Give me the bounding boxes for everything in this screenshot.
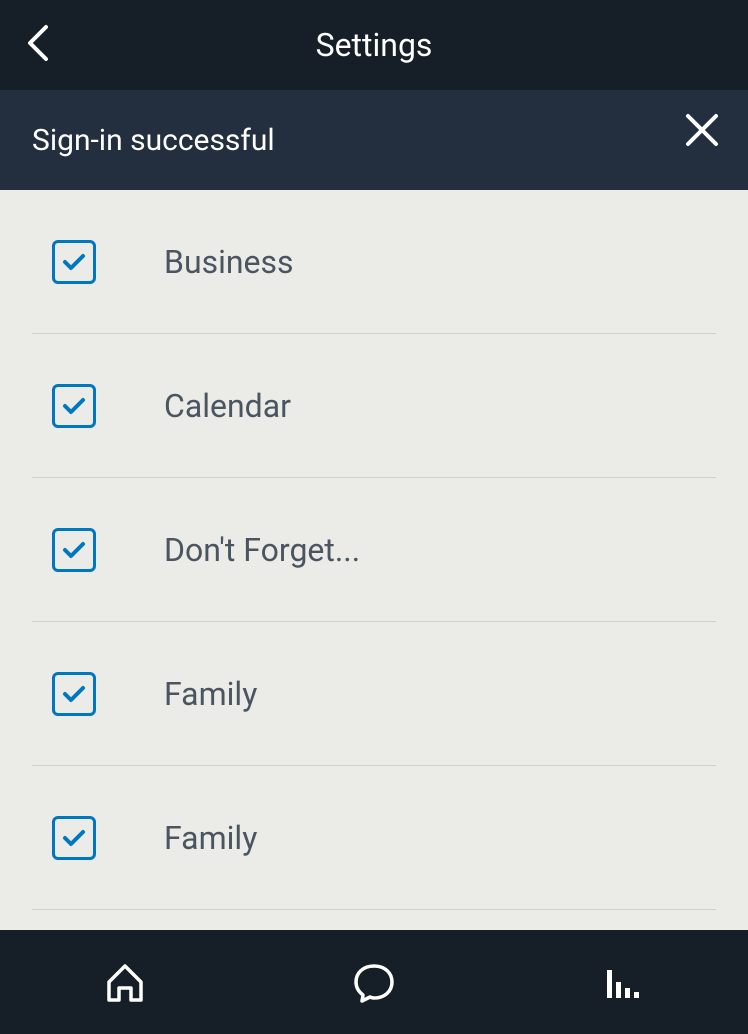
check-icon — [61, 249, 87, 275]
nav-chat[interactable] — [251, 930, 498, 1034]
check-icon — [61, 393, 87, 419]
home-icon — [101, 958, 149, 1006]
chevron-left-icon — [24, 21, 52, 65]
nav-home[interactable] — [1, 930, 248, 1034]
close-icon — [684, 112, 720, 148]
item-label: Business — [164, 243, 294, 281]
page-title: Settings — [0, 26, 748, 64]
nav-equalizer[interactable] — [500, 930, 747, 1034]
content-area: Business Calendar Don't Forget... Family — [0, 190, 748, 930]
notification-bar: Sign-in successful — [0, 90, 748, 190]
checkbox[interactable] — [52, 384, 96, 428]
item-label: Family — [164, 675, 257, 713]
checkbox[interactable] — [52, 240, 96, 284]
check-icon — [61, 537, 87, 563]
close-button[interactable] — [684, 112, 720, 152]
list-item[interactable]: Business — [32, 190, 716, 334]
header: Settings — [0, 0, 748, 90]
list-item[interactable]: Calendar — [32, 334, 716, 478]
check-icon — [61, 825, 87, 851]
check-icon — [61, 681, 87, 707]
item-label: Calendar — [164, 387, 291, 425]
item-label: Family — [164, 819, 257, 857]
equalizer-icon — [599, 958, 647, 1006]
list-item[interactable]: Family — [32, 622, 716, 766]
back-button[interactable] — [24, 21, 52, 69]
bottom-nav — [0, 930, 748, 1034]
item-label: Don't Forget... — [164, 531, 360, 569]
chat-icon — [350, 958, 398, 1006]
notification-message: Sign-in successful — [32, 123, 275, 158]
list-item[interactable]: Don't Forget... — [32, 478, 716, 622]
checkbox[interactable] — [52, 816, 96, 860]
checkbox[interactable] — [52, 672, 96, 716]
checkbox[interactable] — [52, 528, 96, 572]
list-item[interactable]: Family — [32, 766, 716, 910]
